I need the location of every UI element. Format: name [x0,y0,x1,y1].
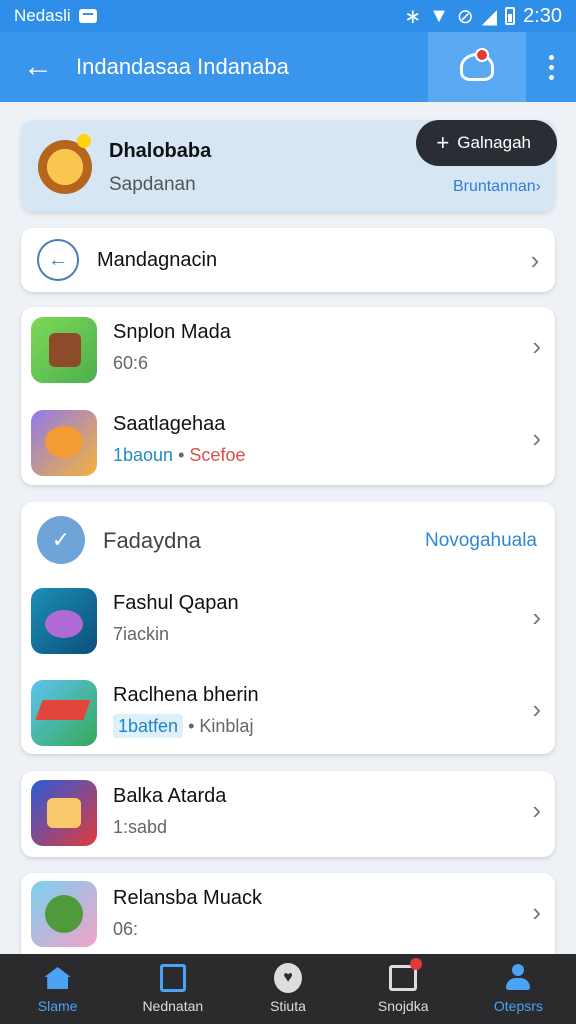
message-icon [78,9,97,23]
item-title: Balka Atarda [113,785,227,807]
list-card-3: Balka Atarda 1:sabd › [21,771,555,857]
app-icon [31,780,97,846]
shield-check-icon: ✓ [37,516,85,564]
list-card-1: Snplon Mada 60:6 › Saatlagehaa 1baoun • … [21,307,555,485]
item-subtitle: 06: [113,919,139,939]
chevron-right-icon: › [532,331,541,361]
profile-subtitle: Sapdanan [109,174,196,195]
profile-card[interactable]: Dhalobaba Sapdanan + Galnagah Bruntannan… [21,120,557,212]
profile-name: Dhalobaba [109,140,212,162]
notification-badge [409,958,422,970]
item-title: Raclhena bherin [113,684,259,706]
list-item[interactable]: Snplon Mada 60:6 › [21,307,555,399]
chevron-right-icon: › [532,423,541,453]
nav-label: Otepsrs [493,998,543,1014]
battery-icon [505,7,516,25]
vibrate-icon: ∗ [404,5,422,28]
chevron-right-icon: › [532,602,541,632]
avatar [35,134,95,194]
section-title: Fadaydna [103,528,201,553]
chevron-right-icon: › [532,795,541,825]
document-icon [159,964,186,992]
nav-schedule[interactable]: Snojdka [346,954,461,1024]
app-icon [31,881,97,947]
app-bar: ← Indandasaa Indanaba [0,32,576,102]
nav-label: Slame [37,998,78,1014]
nav-label: Stiuta [270,998,306,1014]
back-arrow-icon[interactable]: ← [0,50,76,84]
app-icon [31,588,97,654]
nav-label: Nednatan [142,998,204,1014]
item-title: Snplon Mada [113,321,231,343]
list-item[interactable]: Saatlagehaa 1baoun • Scefoe › [21,399,555,491]
nav-news[interactable]: Nednatan [115,954,230,1024]
item-subtitle: 60:6 [113,353,149,373]
nav-label: Snojdka [377,998,429,1014]
list-item[interactable]: Relansba Muack 06: › [21,873,555,963]
section-link[interactable]: Novogahuala [425,530,537,552]
page-title: Indandasaa Indanaba [76,54,289,79]
app-icon [31,317,97,383]
join-button[interactable]: + Galnagah [416,120,557,166]
chevron-right-icon: › [530,244,540,275]
item-subtitle: 7iackin [113,624,170,644]
chevron-right-icon: › [532,694,541,724]
section-header: ✓ Fadaydna Novogahuala [21,502,555,578]
nav-profile[interactable]: Otepsrs [461,954,576,1024]
plus-icon: + [436,130,450,155]
carrier-label: Nedasli [14,6,71,25]
app-icon [31,410,97,476]
circle-back-icon: ← [37,239,79,281]
signal-icon: ◢ [481,5,498,28]
item-subtitle: 1batfen • Kinblaj [113,714,253,738]
list-card-4: Relansba Muack 06: › [21,873,555,963]
more-options-icon[interactable] [526,54,576,80]
notification-badge [475,48,489,62]
profile-link[interactable]: Bruntannan› [453,178,541,196]
chevron-right-icon: › [532,897,541,927]
home-icon [44,967,71,989]
nav-home[interactable]: Slame [0,954,115,1024]
status-bar: Nedasli ∗ ▼ ⊘ ◢ 2:30 [0,0,576,32]
signal-off-icon: ⊘ [456,5,474,28]
section-card: ✓ Fadaydna Novogahuala Fashul Qapan 7iac… [21,502,555,754]
manage-row-label: Mandagnacin [97,248,218,271]
nav-status[interactable]: ♥ Stiuta [230,954,345,1024]
manage-row[interactable]: ← Mandagnacin › [21,228,555,292]
item-title: Relansba Muack [113,887,262,909]
item-subtitle: 1:sabd [113,817,168,837]
list-item[interactable]: Balka Atarda 1:sabd › [21,771,555,857]
list-item[interactable]: Fashul Qapan 7iackin › [21,578,555,670]
wifi-icon: ▼ [429,4,449,27]
join-button-label: Galnagah [457,133,531,152]
notifications-button[interactable] [428,32,526,102]
heart-icon: ♥ [274,963,302,993]
user-icon [504,964,532,992]
clock: 2:30 [523,4,562,27]
item-title: Fashul Qapan [113,592,239,614]
app-icon [31,680,97,746]
item-title: Saatlagehaa [113,413,226,435]
item-subtitle: 1baoun • Scefoe [113,445,246,465]
list-item[interactable]: Raclhena bherin 1batfen • Kinblaj › [21,670,555,762]
bottom-nav: Slame Nednatan ♥ Stiuta Snojdka Otepsrs [0,954,576,1024]
